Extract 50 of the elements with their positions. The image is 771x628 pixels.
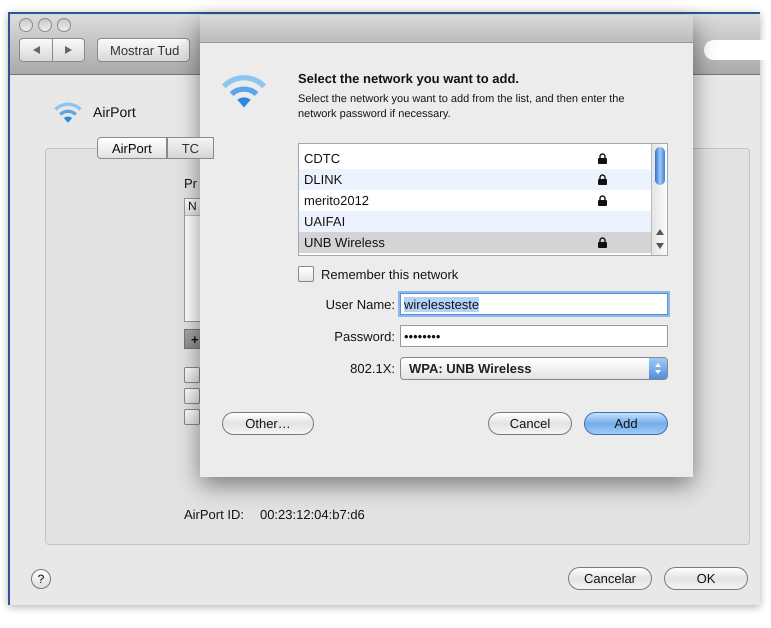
window-control-button[interactable] <box>38 18 52 32</box>
lock-icon <box>598 174 607 185</box>
right-triangle-icon <box>65 46 72 54</box>
tab[interactable]: AirPort <box>97 137 167 159</box>
security-popup[interactable]: WPA: UNB Wireless <box>400 357 668 380</box>
pane-title: AirPort <box>93 104 136 120</box>
checkbox[interactable] <box>184 409 200 425</box>
add-button[interactable]: + <box>184 329 201 349</box>
dialog-button[interactable]: Cancelar <box>568 567 652 590</box>
network-name: UAIFAI <box>304 214 346 229</box>
sheet-title: Select the network you want to add. <box>298 71 520 86</box>
lock-icon <box>598 195 607 206</box>
airport-id-label: AirPort ID: <box>184 507 244 522</box>
dialog-button[interactable]: OK <box>664 567 748 590</box>
left-triangle-icon <box>32 46 40 54</box>
help-button[interactable]: ? <box>31 568 51 588</box>
dialog-button[interactable]: Add <box>584 412 668 435</box>
checkbox[interactable] <box>298 266 314 282</box>
network-name: DLINK <box>304 172 342 187</box>
sheet-description: Select the network you want to add from the list, and then enter the network password if necessary. <box>298 92 626 122</box>
down-arrow-icon[interactable] <box>656 243 664 249</box>
section-label: Pr <box>184 176 197 193</box>
scroll-bar[interactable] <box>651 144 667 255</box>
field-label: 802.1X: <box>349 361 395 376</box>
window-control-button[interactable] <box>19 18 33 32</box>
tab[interactable]: TC <box>166 137 214 159</box>
other-button[interactable]: Other… <box>222 412 314 435</box>
network-row[interactable]: DLINK <box>299 169 651 190</box>
up-arrow-icon[interactable] <box>656 229 664 235</box>
show-all-button[interactable]: Mostrar Tud <box>97 38 190 62</box>
lock-icon <box>598 153 607 164</box>
scroll-thumb[interactable] <box>654 147 664 185</box>
window-control-button[interactable] <box>57 18 71 32</box>
checkbox[interactable] <box>184 388 200 404</box>
up-down-arrows-icon <box>655 363 661 374</box>
checkbox[interactable] <box>184 367 200 383</box>
network-row[interactable]: UAIFAI <box>299 211 651 232</box>
airport-id-value: 00:23:12:04:b7:d6 <box>260 507 365 522</box>
field-label: User Name: <box>324 296 395 312</box>
input-field[interactable]: •••••••• <box>400 325 668 347</box>
dialog-button[interactable]: Cancel <box>488 412 572 435</box>
field-label: Password: <box>333 328 395 344</box>
wifi-icon <box>53 100 83 124</box>
network-name: merito2012 <box>304 193 370 208</box>
checkbox-label: Remember this network <box>321 266 458 282</box>
network-row[interactable]: UNB Wireless <box>299 232 651 253</box>
network-name: CDTC <box>304 151 340 166</box>
input-field[interactable]: wirelessteste <box>400 293 668 315</box>
network-name: UNB Wireless <box>304 235 385 250</box>
lock-icon <box>598 237 607 248</box>
